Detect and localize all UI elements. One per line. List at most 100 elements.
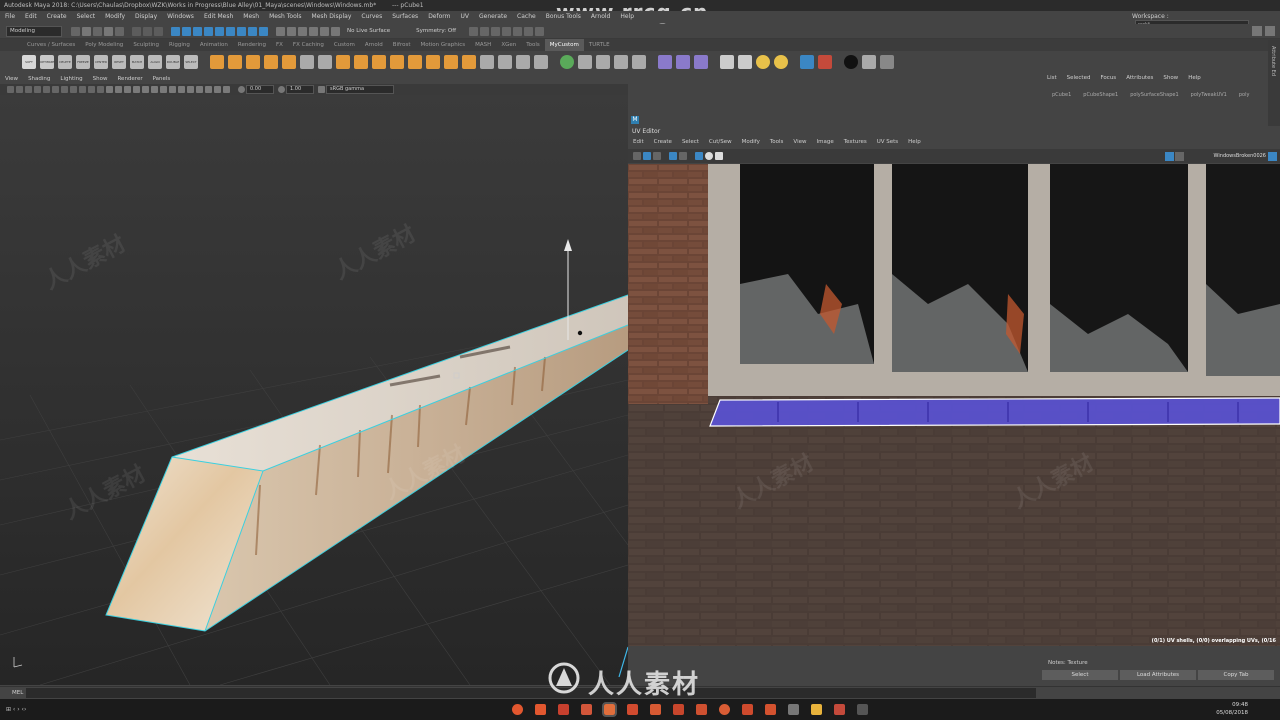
taskbar-app-icon[interactable]: [650, 704, 662, 715]
grid-toggle-icon[interactable]: [43, 86, 50, 93]
menu-cache[interactable]: Cache: [512, 11, 541, 23]
shelf-delete-history-button[interactable]: DELETE HISTORY: [58, 54, 72, 78]
face-mask-icon[interactable]: [193, 26, 202, 36]
taskbar-app-icon[interactable]: [673, 704, 685, 715]
tab-polysurfaceshape1[interactable]: polySurfaceShape1: [1124, 92, 1184, 98]
anti-aliasing-icon[interactable]: [178, 86, 185, 93]
select-object-icon[interactable]: [143, 26, 152, 36]
xray-joints-icon[interactable]: [214, 86, 221, 93]
uv-menu-textures[interactable]: Textures: [839, 137, 872, 147]
hypershade-icon[interactable]: [524, 26, 534, 36]
taskbar-app-icon[interactable]: [742, 704, 754, 715]
menu-windows[interactable]: Windows: [162, 11, 199, 23]
uv-menu-edit[interactable]: Edit: [628, 137, 649, 147]
auto-map-icon[interactable]: [516, 54, 530, 69]
taskbar-explorer-icon[interactable]: [811, 704, 823, 715]
uv-refresh-icon[interactable]: [1268, 152, 1277, 161]
menu-curves[interactable]: Curves: [356, 11, 387, 23]
poly-sphere-icon[interactable]: [228, 54, 242, 69]
exposure-icon[interactable]: [238, 86, 245, 93]
extrude-icon[interactable]: [336, 54, 350, 69]
attr-menu-help[interactable]: Help: [1183, 72, 1206, 84]
textured-icon[interactable]: [133, 86, 140, 93]
texel-density-icon[interactable]: [596, 54, 610, 69]
tab-motion-graphics[interactable]: Motion Graphics: [415, 39, 470, 51]
lock-icon[interactable]: [331, 26, 340, 36]
viewport-menu-show[interactable]: Show: [88, 74, 113, 84]
grid-icon[interactable]: [318, 54, 332, 69]
shadows-icon[interactable]: [151, 86, 158, 93]
menu-uv[interactable]: UV: [456, 11, 475, 23]
shelf-reset-pivot-button[interactable]: RESET PIVOT: [112, 54, 126, 78]
taskbar-app-icon[interactable]: [788, 704, 800, 715]
perspective-viewport[interactable]: 人人素材 人人素材 人人素材 人人素材: [0, 95, 628, 685]
uv-menu-modify[interactable]: Modify: [737, 137, 765, 147]
exposure-field[interactable]: 0.00: [246, 85, 274, 94]
multi-mask-icon[interactable]: [215, 26, 224, 36]
undo-icon[interactable]: [104, 26, 113, 36]
isolate-select-icon[interactable]: [196, 86, 203, 93]
resolution-gate-icon[interactable]: [61, 86, 68, 93]
menu-select[interactable]: Select: [72, 11, 101, 23]
camera-select-icon[interactable]: [7, 86, 14, 93]
uv-menu-uv-sets[interactable]: UV Sets: [872, 137, 903, 147]
new-scene-icon[interactable]: [71, 26, 80, 36]
uv-filter-icon[interactable]: [695, 152, 703, 160]
field-chart-icon[interactable]: [79, 86, 86, 93]
tab-pcube1[interactable]: pCube1: [1046, 92, 1077, 98]
uv-editor-window[interactable]: UV Editor Edit Create Select Cut/Sew Mod…: [628, 126, 1280, 646]
uv-menu-cut-sew[interactable]: Cut/Sew: [704, 137, 737, 147]
uv-dim-icon[interactable]: [679, 152, 687, 160]
depth-of-field-icon[interactable]: [187, 86, 194, 93]
menu-arnold[interactable]: Arnold: [586, 11, 615, 23]
menu-create[interactable]: Create: [42, 11, 72, 23]
taskbar-maya-icon[interactable]: [602, 702, 618, 717]
motion-blur-icon[interactable]: [169, 86, 176, 93]
attr-menu-show[interactable]: Show: [1158, 72, 1183, 84]
snap-plane-icon[interactable]: [309, 26, 318, 36]
taskbar-app-icon[interactable]: [834, 704, 846, 715]
command-input[interactable]: [26, 688, 1036, 698]
uv-mask-icon[interactable]: [204, 26, 213, 36]
cut-uv-icon[interactable]: [614, 54, 628, 69]
safe-title-icon[interactable]: [97, 86, 104, 93]
menu-modify[interactable]: Modify: [100, 11, 130, 23]
poly-cylinder-icon[interactable]: [246, 54, 260, 69]
open-scene-icon[interactable]: [82, 26, 91, 36]
shelf-select-edge-button[interactable]: SELECT EDGE: [184, 54, 198, 78]
snap-curve-icon[interactable]: [287, 26, 296, 36]
shelf-align-obj-button[interactable]: ALIGN OBJ: [148, 54, 162, 78]
taskbar-app-icon[interactable]: [765, 704, 777, 715]
combine-icon[interactable]: [282, 54, 296, 69]
uv-texture-toggle-icon[interactable]: [669, 152, 677, 160]
planar-map-icon[interactable]: [498, 54, 512, 69]
taskbar-app-icon[interactable]: [696, 704, 708, 715]
snap-surface-icon[interactable]: [320, 26, 329, 36]
taskbar-app-icon[interactable]: [512, 704, 524, 715]
uv-texture-select-icon[interactable]: [1165, 152, 1174, 161]
bevel-icon[interactable]: [354, 54, 368, 69]
render-settings-icon[interactable]: [513, 26, 523, 36]
tab-rendering[interactable]: Rendering: [233, 39, 271, 51]
target-weld-icon[interactable]: [408, 54, 422, 69]
smooth-shade-icon[interactable]: [115, 86, 122, 93]
tab-turtle[interactable]: TURTLE: [584, 39, 615, 51]
tab-fx-caching[interactable]: FX Caching: [288, 39, 329, 51]
bridge-icon[interactable]: [372, 54, 386, 69]
sun-icon[interactable]: [774, 54, 788, 69]
tab-polytweakuv1[interactable]: polyTweakUV1: [1185, 92, 1233, 98]
fur-icon[interactable]: [694, 54, 708, 69]
uv-menu-image[interactable]: Image: [811, 137, 838, 147]
taskbar-clock[interactable]: 09:48 05/08/2018: [1216, 701, 1248, 717]
image-plane-icon[interactable]: [34, 86, 41, 93]
menu-display[interactable]: Display: [130, 11, 162, 23]
link-icon[interactable]: [800, 54, 814, 69]
color-management-icon[interactable]: [318, 86, 325, 93]
uv-grid-icon[interactable]: [633, 152, 641, 160]
viewport-menu-renderer[interactable]: Renderer: [112, 74, 147, 84]
uv-checker-icon[interactable]: [705, 152, 713, 160]
paint-icon[interactable]: [818, 54, 832, 69]
taskbar-app-icon[interactable]: [581, 704, 593, 715]
unfold-icon[interactable]: [534, 54, 548, 69]
viewport-menu-panels[interactable]: Panels: [148, 74, 176, 84]
